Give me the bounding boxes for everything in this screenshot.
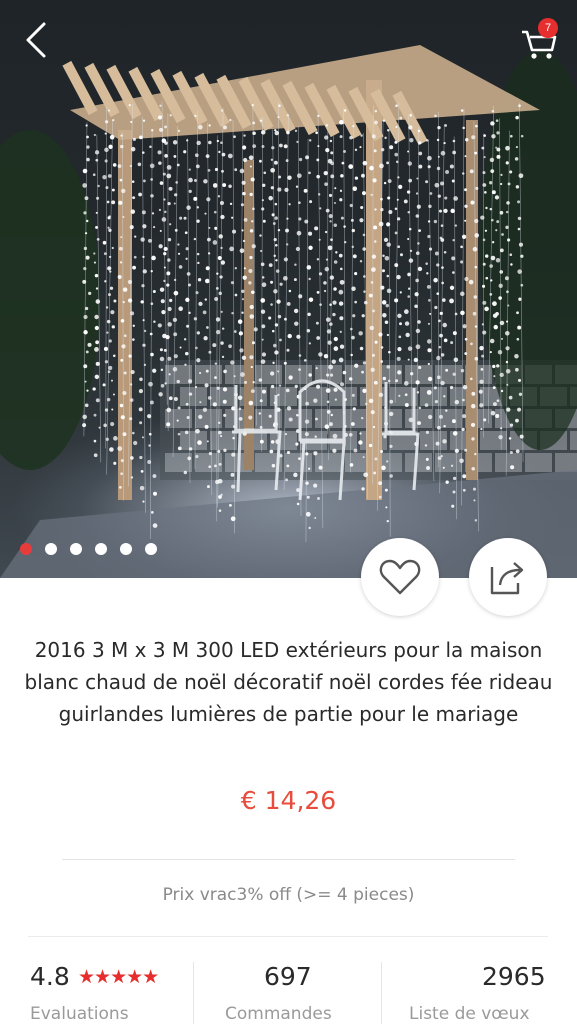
product-image-gallery[interactable]: 7 bbox=[0, 0, 577, 578]
share-icon bbox=[490, 562, 524, 595]
cart-button[interactable]: 7 bbox=[516, 18, 560, 62]
rating-value: 4.8 bbox=[30, 962, 70, 991]
gallery-dot[interactable] bbox=[70, 543, 82, 555]
product-title: 2016 3 M x 3 M 300 LED extérieurs pour l… bbox=[24, 638, 553, 726]
orders-count: 697 bbox=[264, 962, 312, 991]
gallery-dot[interactable] bbox=[45, 543, 57, 555]
orders-label: Commandes bbox=[225, 1004, 332, 1024]
gallery-dot[interactable] bbox=[20, 543, 32, 555]
gallery-dot[interactable] bbox=[120, 543, 132, 555]
back-button[interactable] bbox=[20, 20, 56, 60]
stat-divider bbox=[193, 962, 194, 1024]
wishlist-count: 2965 bbox=[482, 962, 546, 991]
chevron-left-icon bbox=[26, 22, 46, 58]
favorite-button[interactable] bbox=[361, 538, 439, 616]
divider bbox=[62, 859, 515, 860]
product-price: € 14,26 bbox=[240, 786, 337, 815]
wishlist-label: Liste de vœux bbox=[409, 1004, 530, 1024]
gallery-pagination[interactable] bbox=[20, 543, 157, 555]
gallery-dot[interactable] bbox=[95, 543, 107, 555]
rating-stars: ★★★★★ bbox=[78, 966, 159, 988]
bulk-price-info[interactable]: Prix vrac3% off (>= 4 pieces) bbox=[0, 885, 577, 905]
cart-count-badge: 7 bbox=[538, 18, 558, 38]
divider bbox=[28, 936, 548, 937]
product-stats: 4.8 ★★★★★ Evaluations 697 Commandes 2965… bbox=[0, 958, 577, 1024]
heart-icon bbox=[379, 559, 421, 595]
gallery-dot[interactable] bbox=[145, 543, 157, 555]
share-button[interactable] bbox=[469, 538, 547, 616]
product-photo bbox=[0, 45, 577, 578]
stat-divider bbox=[381, 962, 382, 1024]
ratings-label: Evaluations bbox=[30, 1004, 129, 1024]
